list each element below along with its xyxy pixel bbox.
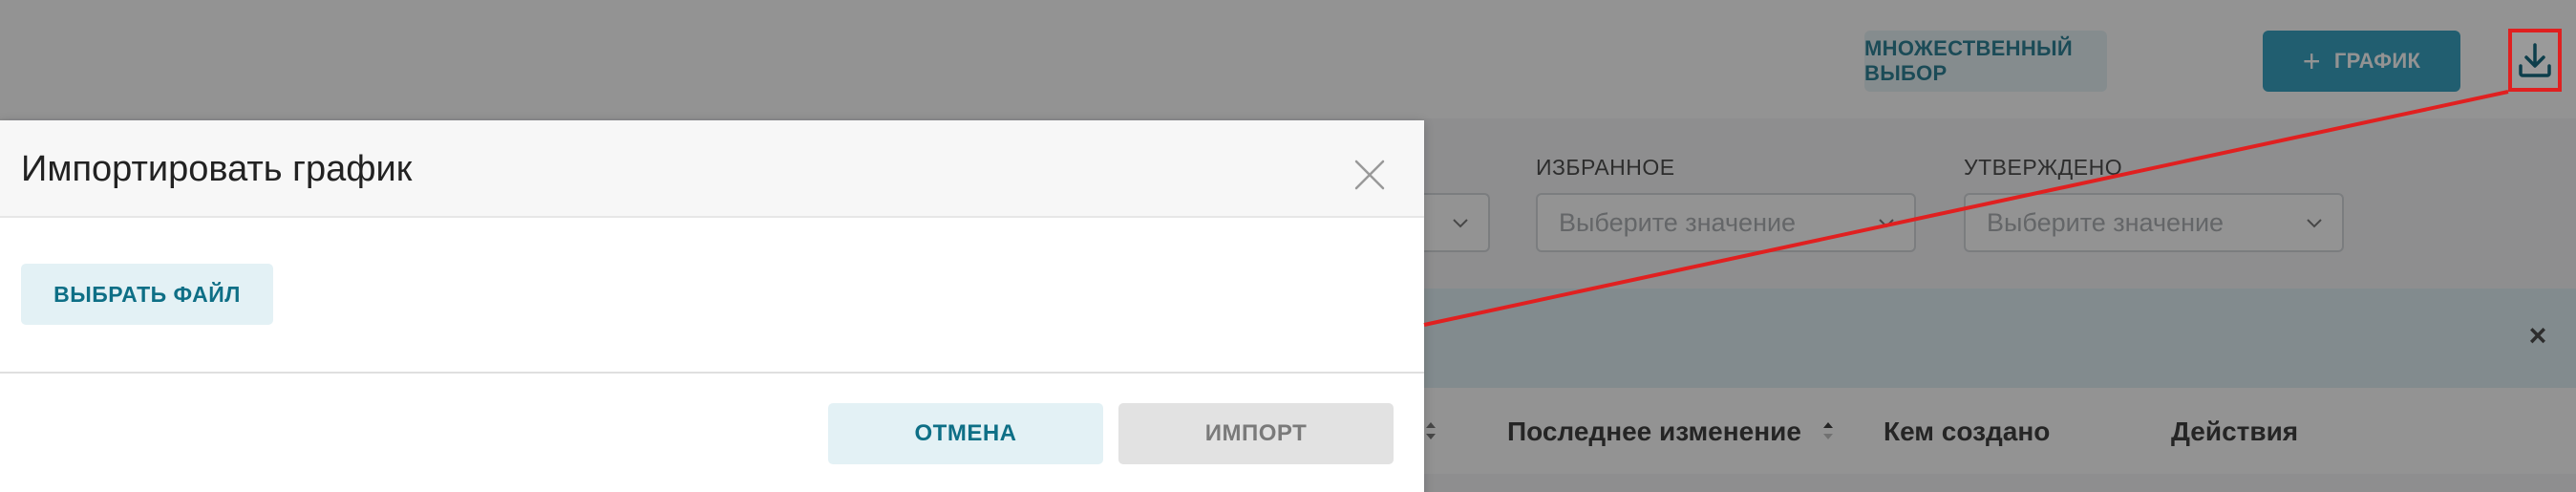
import-button[interactable]: ИМПОРТ — [1118, 403, 1394, 464]
download-icon — [2519, 43, 2551, 77]
close-icon[interactable] — [1352, 157, 1388, 193]
modal-header: Импортировать график — [0, 120, 1424, 218]
choose-file-button[interactable]: ВЫБРАТЬ ФАЙЛ — [21, 264, 273, 325]
import-chart-modal: Импортировать график ВЫБРАТЬ ФАЙЛ ОТМЕНА… — [0, 120, 1424, 492]
modal-title: Импортировать график — [21, 149, 413, 189]
cancel-button[interactable]: ОТМЕНА — [828, 403, 1103, 464]
highlighted-download-button[interactable] — [2508, 29, 2562, 92]
modal-divider — [0, 372, 1424, 374]
